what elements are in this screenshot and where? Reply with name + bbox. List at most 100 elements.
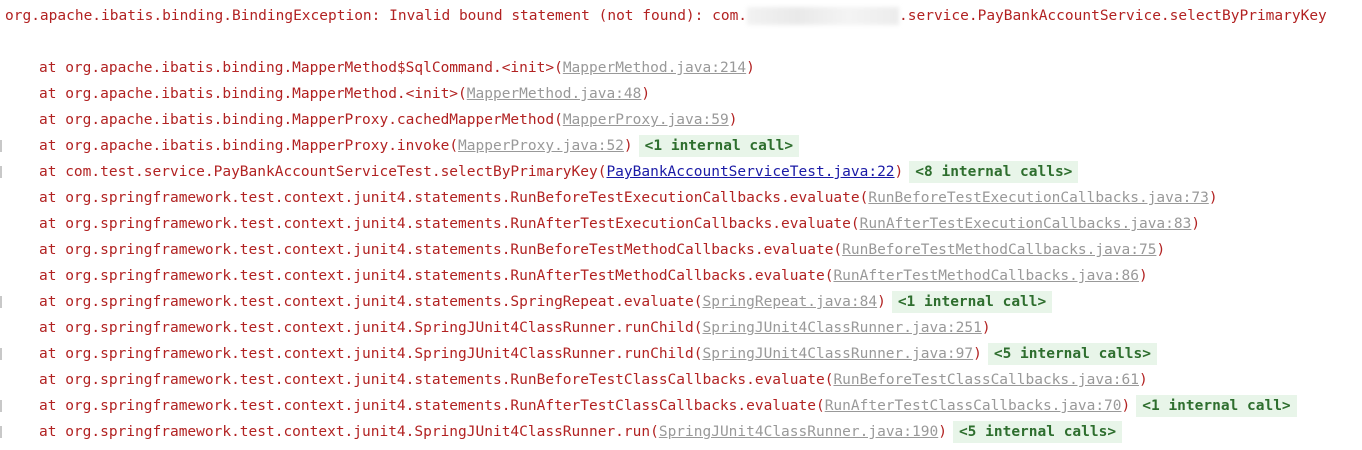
- paren-close: ): [877, 294, 886, 310]
- frame-at: at: [39, 164, 66, 180]
- frame-at: at: [39, 346, 66, 362]
- source-link[interactable]: SpringJUnit4ClassRunner.java:97: [702, 346, 973, 362]
- internal-calls-badge[interactable]: <1 internal call>: [891, 291, 1053, 313]
- paren-close: ): [1138, 372, 1148, 388]
- paren-open: (: [833, 242, 843, 258]
- stack-frame: at org.springframework.test.context.juni…: [39, 237, 1362, 263]
- paren-close: ): [1121, 398, 1131, 414]
- paren-open: (: [850, 216, 860, 232]
- frame-at: at: [39, 320, 66, 336]
- console-output: org.apache.ibatis.binding.BindingExcepti…: [0, 0, 1362, 450]
- frame-method: org.apache.ibatis.binding.MapperMethod$S…: [65, 60, 555, 76]
- source-link[interactable]: MapperProxy.java:52: [458, 138, 624, 154]
- frame-method: org.springframework.test.context.junit4.…: [65, 294, 694, 310]
- frame-at: at: [39, 294, 66, 310]
- stack-frame: at org.springframework.test.context.juni…: [39, 211, 1362, 237]
- fold-gutter-marker[interactable]: [0, 296, 2, 308]
- frame-method: com.test.service.PayBankAccountServiceTe…: [65, 164, 598, 180]
- frame-method: org.springframework.test.context.junit4.…: [65, 346, 694, 362]
- frame-at: at: [39, 60, 66, 76]
- paren-close: ): [1138, 268, 1148, 284]
- internal-calls-badge[interactable]: <8 internal calls>: [909, 161, 1079, 183]
- frame-at: at: [39, 398, 66, 414]
- paren-close: ): [1208, 190, 1218, 206]
- stack-frame: at org.apache.ibatis.binding.MapperProxy…: [39, 107, 1362, 133]
- fold-gutter-marker[interactable]: [0, 400, 2, 412]
- paren-close: ): [938, 424, 947, 440]
- paren-close: ): [973, 346, 982, 362]
- paren-close: ): [746, 60, 755, 76]
- internal-calls-badge[interactable]: <1 internal call>: [1136, 395, 1297, 417]
- paren-close: ): [641, 86, 651, 102]
- frame-method: org.apache.ibatis.binding.MapperMethod.<…: [65, 86, 459, 102]
- source-link[interactable]: RunBeforeTestMethodCallbacks.java:75: [842, 242, 1156, 258]
- stack-frame: at org.apache.ibatis.binding.MapperMetho…: [39, 55, 1362, 81]
- paren-open: (: [449, 138, 459, 154]
- source-link[interactable]: SpringRepeat.java:84: [702, 294, 877, 310]
- fold-gutter-marker[interactable]: [0, 348, 2, 360]
- frame-method: org.apache.ibatis.binding.MapperProxy.in…: [65, 138, 450, 154]
- frame-at: at: [39, 86, 66, 102]
- stack-frame: at org.springframework.test.context.juni…: [39, 263, 1362, 289]
- source-link[interactable]: RunBeforeTestExecutionCallbacks.java:73: [868, 190, 1208, 206]
- paren-close: ): [981, 320, 991, 336]
- internal-calls-badge[interactable]: <5 internal calls>: [952, 421, 1123, 443]
- exception-header: org.apache.ibatis.binding.BindingExcepti…: [5, 3, 1362, 29]
- source-link[interactable]: RunAfterTestClassCallbacks.java:70: [825, 398, 1122, 414]
- frame-method: org.springframework.test.context.junit4.…: [65, 372, 825, 388]
- source-link[interactable]: PayBankAccountServiceTest.java:22: [606, 164, 894, 180]
- frame-at: at: [39, 268, 66, 284]
- source-link[interactable]: MapperProxy.java:59: [563, 112, 729, 128]
- internal-calls-badge[interactable]: <1 internal call>: [638, 135, 800, 157]
- frame-method: org.springframework.test.context.junit4.…: [65, 268, 825, 284]
- stack-frame: at com.test.service.PayBankAccountServic…: [39, 159, 1362, 185]
- frame-method: org.springframework.test.context.junit4.…: [65, 190, 860, 206]
- frame-at: at: [39, 112, 66, 128]
- stack-frame: at org.springframework.test.context.juni…: [39, 185, 1362, 211]
- exception-message: org.apache.ibatis.binding.BindingExcepti…: [5, 8, 748, 24]
- frame-method: org.springframework.test.context.junit4.…: [65, 424, 651, 440]
- paren-close: ): [894, 164, 904, 180]
- source-link[interactable]: RunBeforeTestClassCallbacks.java:61: [833, 372, 1139, 388]
- paren-open: (: [458, 86, 467, 102]
- frame-at: at: [39, 216, 66, 232]
- stack-frame: at org.springframework.test.context.juni…: [39, 367, 1362, 393]
- frame-at: at: [39, 242, 66, 258]
- source-link[interactable]: RunAfterTestExecutionCallbacks.java:83: [860, 216, 1192, 232]
- stack-frame: at org.springframework.test.context.juni…: [39, 315, 1362, 341]
- paren-open: (: [554, 112, 563, 128]
- source-link[interactable]: MapperMethod.java:48: [467, 86, 642, 102]
- stack-frame: at org.apache.ibatis.binding.MapperMetho…: [39, 81, 1362, 107]
- paren-open: (: [650, 424, 659, 440]
- frame-method: org.springframework.test.context.junit4.…: [65, 216, 851, 232]
- source-link[interactable]: RunAfterTestMethodCallbacks.java:86: [833, 268, 1139, 284]
- frame-at: at: [39, 424, 66, 440]
- frame-at: at: [39, 372, 66, 388]
- source-link[interactable]: SpringJUnit4ClassRunner.java:190: [659, 424, 938, 440]
- frame-at: at: [39, 138, 66, 154]
- fold-gutter-marker[interactable]: [0, 166, 2, 178]
- paren-close: ): [623, 138, 633, 154]
- frame-method: org.springframework.test.context.junit4.…: [65, 398, 816, 414]
- paren-open: (: [554, 60, 563, 76]
- frame-method: org.apache.ibatis.binding.MapperProxy.ca…: [65, 112, 555, 128]
- redacted-package: [747, 7, 900, 25]
- source-link[interactable]: SpringJUnit4ClassRunner.java:251: [702, 320, 981, 336]
- stack-frame: at org.apache.ibatis.binding.MapperProxy…: [39, 133, 1362, 159]
- fold-gutter-marker[interactable]: [0, 426, 2, 438]
- exception-statement: .service.PayBankAccountService.selectByP…: [899, 8, 1327, 24]
- fold-gutter-marker[interactable]: [0, 140, 2, 152]
- stack-frame: at org.springframework.test.context.juni…: [39, 393, 1362, 419]
- source-link[interactable]: MapperMethod.java:214: [563, 60, 746, 76]
- stack-frame: at org.springframework.test.context.juni…: [39, 341, 1362, 367]
- paren-close: ): [1191, 216, 1201, 232]
- paren-close: ): [1156, 242, 1166, 258]
- paren-close: ): [728, 112, 738, 128]
- stack-frame: at org.springframework.test.context.juni…: [39, 289, 1362, 315]
- stack-frame: at org.springframework.test.context.juni…: [39, 419, 1362, 445]
- paren-open: (: [815, 398, 825, 414]
- frame-at: at: [39, 190, 66, 206]
- frame-method: org.springframework.test.context.junit4.…: [65, 242, 834, 258]
- frame-method: org.springframework.test.context.junit4.…: [65, 320, 694, 336]
- internal-calls-badge[interactable]: <5 internal calls>: [987, 343, 1157, 365]
